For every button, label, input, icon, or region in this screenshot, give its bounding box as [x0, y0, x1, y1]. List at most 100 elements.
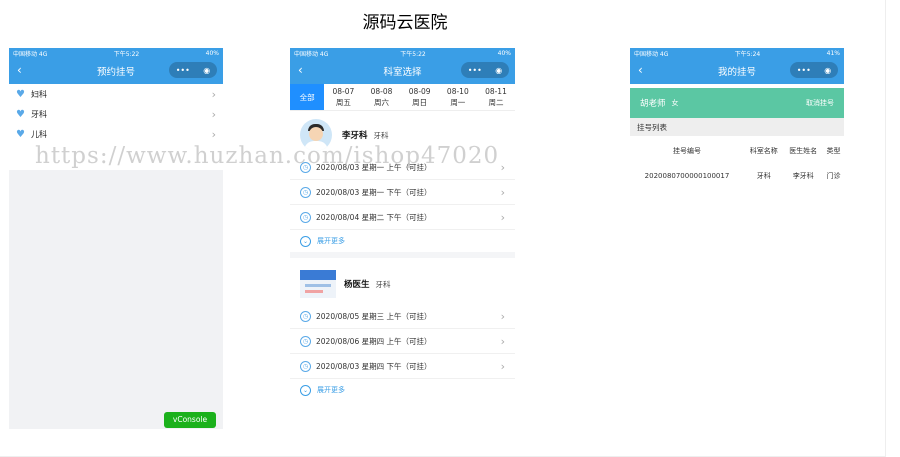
chevron-right-icon: › [500, 359, 505, 373]
dept-item-pediatrics[interactable]: ♥ 儿科 › [9, 124, 223, 144]
empty-area [9, 170, 223, 429]
nav-bar: ‹ 我的挂号 ••• ◉ [630, 58, 844, 84]
chevron-right-icon: › [211, 87, 216, 101]
page-title: 源码云医院 [362, 13, 448, 33]
registration-table: 挂号编号 科室名称 医生姓名 类型 2020080700000100017 牙科… [630, 140, 844, 190]
carrier-text: 中国移动 4G [13, 50, 48, 58]
more-icon[interactable]: ••• [176, 66, 190, 75]
tab-date-0810[interactable]: 08-10 周一 [439, 84, 477, 110]
chevron-right-icon: › [500, 309, 505, 323]
close-icon[interactable]: ◉ [495, 66, 502, 75]
time-slot[interactable]: ◷ 2020/08/03 星期四 下午（可挂） › [290, 354, 515, 379]
clock-icon: ◷ [300, 335, 311, 347]
tab-date-0811[interactable]: 08-11 周二 [477, 84, 515, 110]
chevron-right-icon: › [500, 210, 505, 224]
tab-date: 08-11 [485, 87, 507, 96]
slot-text: 2020/08/06 星期四 上午（可挂） [316, 336, 432, 346]
table-header-row: 挂号编号 科室名称 医生姓名 类型 [630, 140, 844, 162]
chevron-right-icon: › [500, 185, 505, 199]
tab-date: 08-08 [370, 87, 393, 96]
chevron-right-icon: › [500, 334, 505, 348]
close-icon[interactable]: ◉ [824, 66, 831, 75]
time-slot[interactable]: ◷ 2020/08/06 星期四 上午（可挂） › [290, 329, 515, 354]
column-header: 医生姓名 [789, 147, 818, 155]
tab-date: 全部 [299, 92, 315, 102]
expand-more-button[interactable]: ⌄ 展开更多 [290, 230, 515, 252]
chevron-right-icon: › [211, 107, 216, 121]
slot-text: 2020/08/05 星期三 上午（可挂） [316, 311, 432, 321]
doctor-dept: 牙科 [373, 130, 389, 140]
close-icon[interactable]: ◉ [203, 66, 210, 75]
table-cell: 李牙科 [792, 172, 814, 180]
tab-date: 08-10 [446, 87, 469, 96]
back-icon[interactable]: ‹ [17, 63, 22, 77]
carrier-text: 中国移动 4G [294, 50, 329, 58]
time-slot[interactable]: ◷ 2020/08/05 星期三 上午（可挂） › [290, 304, 515, 329]
slot-text: 2020/08/04 星期二 下午（可挂） [316, 212, 432, 222]
status-bar: 中国移动 4G 下午5:22 40% [9, 48, 223, 58]
tab-weekday: 周一 [450, 98, 466, 107]
tab-date-0808[interactable]: 08-08 周六 [362, 84, 400, 110]
time-slot[interactable]: ◷ 2020/08/04 星期二 下午（可挂） › [290, 205, 515, 230]
back-icon[interactable]: ‹ [298, 63, 303, 77]
doctor-card[interactable]: 杨医生 牙科 [290, 264, 515, 304]
phone-appointment: 中国移动 4G 下午5:22 40% ‹ 预约挂号 ••• ◉ ♥ 妇科 › ♥ … [9, 48, 223, 429]
tab-weekday: 周二 [488, 98, 504, 107]
nav-title: 预约挂号 [96, 67, 135, 78]
clock-icon: ◷ [300, 186, 311, 198]
doctor-name: 杨医生 [344, 280, 370, 290]
back-icon[interactable]: ‹ [638, 63, 643, 77]
status-bar: 中国移动 4G 下午5:22 40% [290, 48, 515, 58]
cancel-registration-link[interactable]: 取消挂号 [806, 98, 834, 108]
time-text: 下午5:22 [113, 50, 140, 58]
chevron-down-icon: ⌄ [300, 235, 311, 247]
expand-more-button[interactable]: ⌄ 展开更多 [290, 379, 515, 401]
nav-title: 我的挂号 [717, 67, 756, 78]
heart-icon: ♥ [16, 128, 25, 140]
doctor-avatar [300, 270, 336, 298]
heart-icon: ♥ [16, 108, 25, 120]
clock-icon: ◷ [300, 310, 311, 322]
dept-item-dental[interactable]: ♥ 牙科 › [9, 104, 223, 124]
capsule-menu[interactable]: ••• ◉ [169, 62, 217, 78]
watermark: https://www.huzhan.com/ishop47020 [35, 143, 500, 169]
battery-text: 40% [497, 49, 511, 57]
table-row[interactable]: 2020080700000100017 牙科 李牙科 门诊 [630, 162, 844, 190]
dept-label: 妇科 [30, 89, 47, 99]
nav-title: 科室选择 [383, 67, 422, 78]
column-header: 挂号编号 [672, 147, 701, 155]
dept-label: 牙科 [30, 109, 47, 119]
doctor-dept: 牙科 [375, 279, 391, 289]
battery-text: 41% [826, 49, 840, 57]
phone-my-registrations: 中国移动 4G 下午5:24 41% ‹ 我的挂号 ••• ◉ 胡老师 女 取消挂… [630, 48, 844, 429]
more-icon[interactable]: ••• [468, 66, 482, 75]
column-header: 科室名称 [749, 147, 778, 155]
tab-weekday: 周五 [335, 98, 351, 107]
dept-item-gynecology[interactable]: ♥ 妇科 › [9, 84, 223, 104]
date-tabs: 全部 08-07 周五 08-08 周六 08-09 周日 08-10 周一 08-11… [290, 84, 515, 111]
tab-date-0807[interactable]: 08-07 周五 [324, 84, 362, 110]
more-icon[interactable]: ••• [797, 66, 811, 75]
time-text: 下午5:24 [734, 50, 761, 58]
clock-icon: ◷ [300, 211, 311, 223]
tab-all[interactable]: 全部 [290, 84, 325, 110]
chevron-right-icon: › [500, 160, 505, 174]
expand-label: 展开更多 [317, 237, 345, 245]
chevron-right-icon: › [211, 127, 216, 141]
table-cell: 牙科 [756, 172, 771, 180]
nav-bar: ‹ 科室选择 ••• ◉ [290, 58, 515, 84]
time-slot[interactable]: ◷ 2020/08/03 星期一 下午（可挂） › [290, 180, 515, 205]
chevron-down-icon: ⌄ [300, 384, 311, 396]
tab-date-0809[interactable]: 08-09 周日 [401, 84, 439, 110]
table-cell: 门诊 [826, 172, 841, 180]
capsule-menu[interactable]: ••• ◉ [461, 62, 509, 78]
phone-dept-select: 中国移动 4G 下午5:22 40% ‹ 科室选择 ••• ◉ 全部 08-07 周… [290, 48, 515, 429]
slot-text: 2020/08/03 星期一 下午（可挂） [316, 187, 432, 197]
battery-text: 40% [205, 49, 219, 57]
table-cell: 2020080700000100017 [644, 172, 730, 180]
time-text: 下午5:22 [400, 50, 426, 58]
tab-date: 08-07 [332, 87, 355, 96]
capsule-menu[interactable]: ••• ◉ [790, 62, 838, 78]
tab-weekday: 周六 [374, 98, 390, 107]
vconsole-button[interactable]: vConsole [164, 412, 216, 428]
